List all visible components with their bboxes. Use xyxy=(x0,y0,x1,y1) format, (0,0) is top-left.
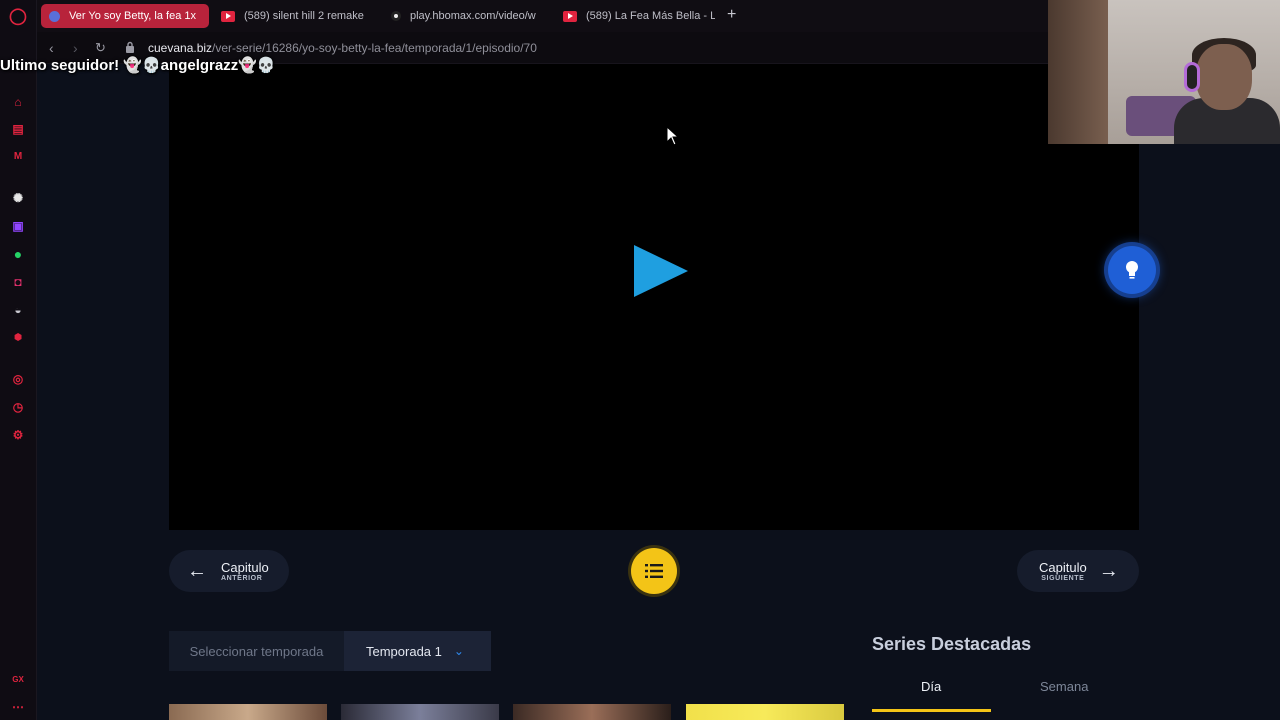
chevron-down-icon: ⌄ xyxy=(453,644,464,658)
next-sub: SIGUIENTE xyxy=(1041,574,1085,582)
arrow-left-icon: ← xyxy=(187,559,207,582)
episode-thumbnail[interactable] xyxy=(169,704,327,720)
new-tab-button[interactable]: + xyxy=(727,6,736,24)
tab-title: (589) La Fea Más Bella - L xyxy=(586,10,715,22)
gx-corner-icon[interactable]: ▤ xyxy=(9,120,27,138)
next-label: Capitulo xyxy=(1039,559,1087,575)
episode-thumbnail[interactable] xyxy=(341,704,499,720)
tab-la-fea[interactable]: (589) La Fea Más Bella - L xyxy=(555,4,715,28)
lightbulb-button[interactable] xyxy=(1108,246,1156,294)
episode-list-button[interactable] xyxy=(631,548,677,594)
url-field[interactable]: cuevana.biz/ver-serie/16286/yo-soy-betty… xyxy=(148,41,537,55)
settings-icon[interactable]: ⚙ xyxy=(9,426,27,444)
next-episode-button[interactable]: Capitulo SIGUIENTE → xyxy=(1017,550,1139,592)
instagram-icon[interactable]: ◘ xyxy=(9,273,27,291)
more-icon[interactable]: ⋯ xyxy=(9,698,27,716)
active-tab-indicator xyxy=(872,709,991,712)
list-icon xyxy=(645,564,663,578)
tab-day[interactable]: Día xyxy=(921,679,941,694)
screen: ◯ ⌂ ▤ M ✺ ▣ ● ◘ ◒ ⬢ ◎ ◷ ⚙ GX ⋯ Ver Yo so… xyxy=(0,0,1280,720)
tab-title: (589) silent hill 2 remake xyxy=(244,10,364,22)
twitch-icon[interactable]: ▣ xyxy=(9,217,27,235)
lightbulb-icon xyxy=(1126,261,1138,279)
season-selected: Temporada 1 xyxy=(366,643,442,659)
opera-logo-icon[interactable]: ◯ xyxy=(9,8,27,26)
episode-thumbnail[interactable] xyxy=(686,704,844,720)
chatgpt-icon[interactable]: ✺ xyxy=(9,189,27,207)
ublock-icon[interactable]: ⬢ xyxy=(9,328,27,346)
episode-thumbnail[interactable] xyxy=(513,704,671,720)
url-domain: cuevana.biz xyxy=(148,41,213,55)
reload-icon[interactable]: ↻ xyxy=(95,40,106,56)
arrow-right-icon: → xyxy=(1098,559,1119,582)
mouse-cursor-icon xyxy=(666,126,680,146)
tab-week[interactable]: Semana xyxy=(1040,679,1088,694)
tab-title: play.hbomax.com/video/w xyxy=(410,10,536,22)
tab-betty[interactable]: Ver Yo soy Betty, la fea 1x xyxy=(41,4,209,28)
featured-title: Series Destacadas xyxy=(872,634,1032,654)
lock-icon xyxy=(126,41,134,53)
season-dropdown[interactable]: Temporada 1 ⌄ xyxy=(344,631,491,671)
season-selector: Seleccionar temporada Temporada 1 ⌄ xyxy=(169,631,491,671)
prev-label: Capitulo xyxy=(221,559,269,575)
whatsapp-icon[interactable]: ● xyxy=(9,245,27,263)
tab-title: Ver Yo soy Betty, la fea 1x xyxy=(69,10,196,22)
tab-strip: Ver Yo soy Betty, la fea 1x (589) silent… xyxy=(37,0,1048,32)
back-icon[interactable]: ‹ xyxy=(49,40,54,56)
cuevana-favicon-icon xyxy=(49,10,60,22)
url-path: /ver-serie/16286/yo-soy-betty-la-fea/tem… xyxy=(212,41,537,55)
forward-icon[interactable]: › xyxy=(73,40,78,56)
last-follower-alert: Ultimo seguidor! 👻💀angelgrazz👻💀 xyxy=(0,57,276,74)
player-icon[interactable]: ◎ xyxy=(9,370,27,388)
tab-hbomax[interactable]: play.hbomax.com/video/w xyxy=(383,4,543,28)
previous-episode-button[interactable]: ← Capitulo ANTERIOR xyxy=(169,550,289,592)
season-label: Seleccionar temporada xyxy=(169,631,344,671)
play-icon[interactable] xyxy=(634,245,688,297)
history-icon[interactable]: ◷ xyxy=(9,398,27,416)
discord-icon[interactable]: ◒ xyxy=(9,301,27,319)
youtube-icon xyxy=(563,10,577,22)
gx-logo-icon[interactable]: GX xyxy=(9,671,27,689)
tab-silent-hill[interactable]: (589) silent hill 2 remake xyxy=(213,4,373,28)
browser-sidebar: ◯ ⌂ ▤ M ✺ ▣ ● ◘ ◒ ⬢ ◎ ◷ ⚙ GX ⋯ xyxy=(0,0,37,720)
hbo-icon xyxy=(391,11,401,21)
gx-control-icon[interactable]: ⌂ xyxy=(9,93,27,111)
prev-sub: ANTERIOR xyxy=(221,574,263,582)
gmail-icon[interactable]: M xyxy=(9,148,27,166)
video-player[interactable] xyxy=(169,64,1139,530)
webcam-overlay xyxy=(1048,0,1280,144)
youtube-icon xyxy=(221,10,235,22)
